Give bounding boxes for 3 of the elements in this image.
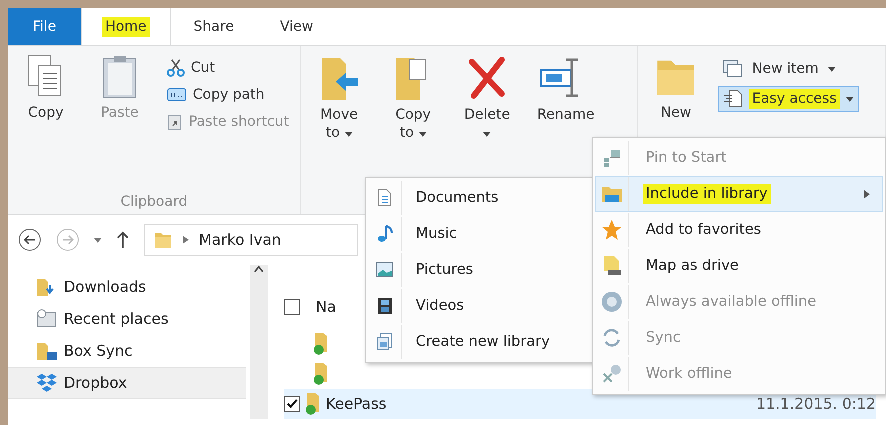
file-name: KeePass	[326, 395, 387, 413]
group-label: Clipboard	[120, 194, 189, 210]
date-modified: 11.1.2015. 0:12	[756, 395, 876, 413]
